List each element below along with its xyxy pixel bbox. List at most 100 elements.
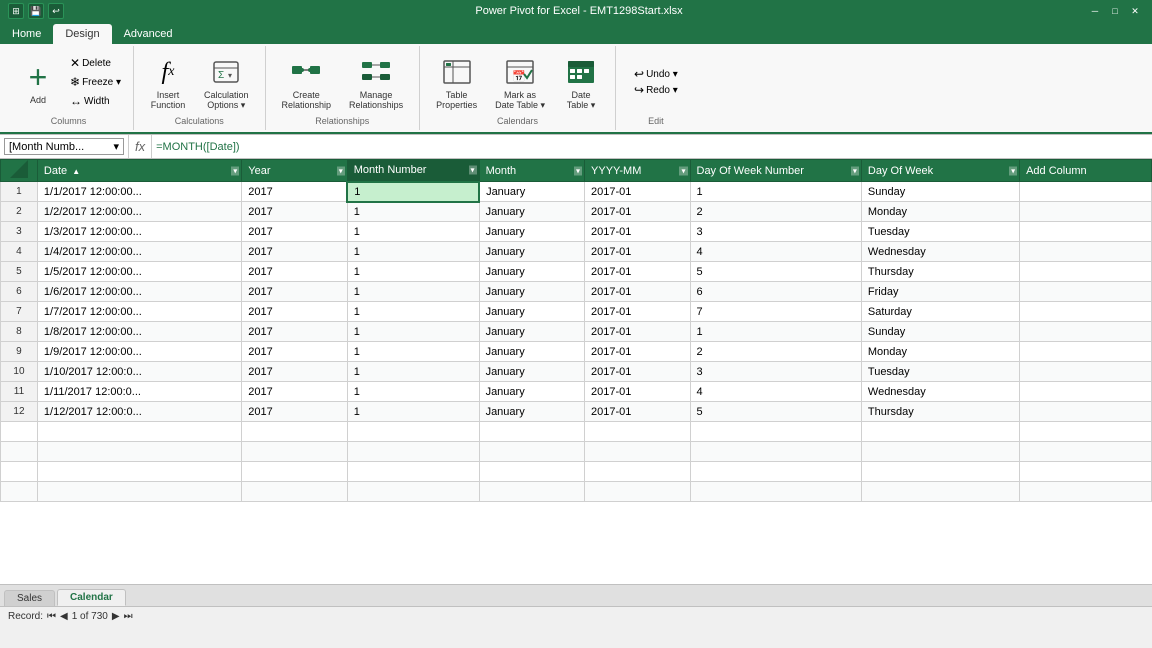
cell-date[interactable]: 1/3/2017 12:00:00... [37, 222, 241, 242]
cell-dow[interactable]: Saturday [861, 302, 1019, 322]
empty-cell[interactable] [37, 422, 241, 442]
cell-dow[interactable]: Sunday [861, 322, 1019, 342]
empty-cell[interactable] [1020, 462, 1152, 482]
cell-year[interactable]: 2017 [242, 282, 347, 302]
empty-cell[interactable] [585, 462, 690, 482]
cell-month-number[interactable]: 1 [347, 222, 479, 242]
cell-date[interactable]: 1/11/2017 12:00:0... [37, 382, 241, 402]
empty-cell[interactable] [585, 422, 690, 442]
cell-year[interactable]: 2017 [242, 202, 347, 222]
close-button[interactable]: ✕ [1126, 4, 1144, 18]
empty-cell[interactable] [347, 442, 479, 462]
tab-advanced[interactable]: Advanced [112, 24, 185, 44]
cell-month-number[interactable]: 1 [347, 242, 479, 262]
table-properties-button[interactable]: TableProperties [428, 52, 485, 112]
cell-date[interactable]: 1/6/2017 12:00:00... [37, 282, 241, 302]
cell-dow[interactable]: Thursday [861, 402, 1019, 422]
cell-month[interactable]: January [479, 222, 584, 242]
cell-yyyymm[interactable]: 2017-01 [585, 182, 690, 202]
downum-filter-button[interactable]: ▾ [851, 166, 859, 175]
cell-yyyymm[interactable]: 2017-01 [585, 382, 690, 402]
empty-cell[interactable] [347, 422, 479, 442]
manage-relationships-button[interactable]: ManageRelationships [341, 52, 411, 112]
cell-month[interactable]: January [479, 182, 584, 202]
col-header-yyyymm[interactable]: YYYY-MM ▾ [585, 160, 690, 182]
freeze-button[interactable]: ❄ Freeze ▾ [66, 73, 125, 91]
date-filter-button[interactable]: ▾ [231, 166, 239, 175]
yyyymm-filter-button[interactable]: ▾ [679, 166, 687, 175]
cell-yyyymm[interactable]: 2017-01 [585, 362, 690, 382]
empty-cell[interactable] [1, 482, 38, 502]
cell-year[interactable]: 2017 [242, 222, 347, 242]
cell-month-number[interactable]: 1 [347, 302, 479, 322]
tab-home[interactable]: Home [0, 24, 53, 44]
cell-dow-number[interactable]: 5 [690, 402, 861, 422]
cell-date[interactable]: 1/10/2017 12:00:0... [37, 362, 241, 382]
cell-month-number[interactable]: 1 [347, 282, 479, 302]
cell-dow[interactable]: Wednesday [861, 242, 1019, 262]
nav-first[interactable]: ⏮ [47, 611, 56, 622]
col-header-dow[interactable]: Day Of Week ▾ [861, 160, 1019, 182]
monthnum-filter-button[interactable]: ▾ [469, 166, 477, 175]
cell-dow[interactable]: Thursday [861, 262, 1019, 282]
empty-cell[interactable] [1, 422, 38, 442]
empty-cell[interactable] [37, 442, 241, 462]
cell-add-col[interactable] [1020, 402, 1152, 422]
empty-cell[interactable] [479, 482, 584, 502]
cell-add-col[interactable] [1020, 322, 1152, 342]
cell-year[interactable]: 2017 [242, 182, 347, 202]
cell-month-number[interactable]: 1 [347, 342, 479, 362]
cell-dow-number[interactable]: 1 [690, 322, 861, 342]
cell-year[interactable]: 2017 [242, 342, 347, 362]
cell-add-col[interactable] [1020, 222, 1152, 242]
formula-content[interactable]: =MONTH([Date]) [156, 141, 1148, 153]
empty-cell[interactable] [479, 442, 584, 462]
cell-month-number[interactable]: 1 [347, 182, 479, 202]
nav-prev[interactable]: ◀ [60, 611, 68, 622]
empty-cell[interactable] [690, 442, 861, 462]
width-button[interactable]: ↔ Width [66, 92, 125, 110]
col-header-dow-number[interactable]: Day Of Week Number ▾ [690, 160, 861, 182]
cell-yyyymm[interactable]: 2017-01 [585, 402, 690, 422]
cell-add-col[interactable] [1020, 242, 1152, 262]
empty-cell[interactable] [1020, 482, 1152, 502]
month-filter-button[interactable]: ▾ [574, 166, 582, 175]
cell-dow-number[interactable]: 3 [690, 362, 861, 382]
cell-year[interactable]: 2017 [242, 402, 347, 422]
empty-cell[interactable] [479, 422, 584, 442]
col-header-year[interactable]: Year ▾ [242, 160, 347, 182]
empty-cell[interactable] [690, 462, 861, 482]
cell-month[interactable]: January [479, 362, 584, 382]
cell-yyyymm[interactable]: 2017-01 [585, 282, 690, 302]
cell-dow-number[interactable]: 4 [690, 382, 861, 402]
cell-month-number[interactable]: 1 [347, 362, 479, 382]
cell-dow-number[interactable]: 4 [690, 242, 861, 262]
cell-yyyymm[interactable]: 2017-01 [585, 222, 690, 242]
cell-yyyymm[interactable]: 2017-01 [585, 262, 690, 282]
empty-cell[interactable] [1, 462, 38, 482]
cell-dow[interactable]: Wednesday [861, 382, 1019, 402]
cell-date[interactable]: 1/8/2017 12:00:00... [37, 322, 241, 342]
empty-cell[interactable] [690, 422, 861, 442]
cell-dow-number[interactable]: 5 [690, 262, 861, 282]
empty-cell[interactable] [585, 442, 690, 462]
nav-last[interactable]: ⏭ [124, 611, 133, 622]
cell-month[interactable]: January [479, 382, 584, 402]
cell-month-number[interactable]: 1 [347, 202, 479, 222]
undo-button[interactable]: ↩ Undo ▾ [630, 66, 682, 82]
cell-year[interactable]: 2017 [242, 242, 347, 262]
add-button[interactable]: + Add [12, 57, 64, 107]
cell-year[interactable]: 2017 [242, 262, 347, 282]
cell-dow[interactable]: Monday [861, 202, 1019, 222]
cell-year[interactable]: 2017 [242, 382, 347, 402]
empty-cell[interactable] [242, 482, 347, 502]
cell-dow-number[interactable]: 3 [690, 222, 861, 242]
empty-cell[interactable] [479, 462, 584, 482]
col-header-add[interactable]: Add Column [1020, 160, 1152, 182]
cell-date[interactable]: 1/5/2017 12:00:00... [37, 262, 241, 282]
cell-date[interactable]: 1/1/2017 12:00:00... [37, 182, 241, 202]
cell-add-col[interactable] [1020, 202, 1152, 222]
empty-cell[interactable] [861, 422, 1019, 442]
year-filter-button[interactable]: ▾ [337, 166, 345, 175]
cell-month[interactable]: January [479, 302, 584, 322]
